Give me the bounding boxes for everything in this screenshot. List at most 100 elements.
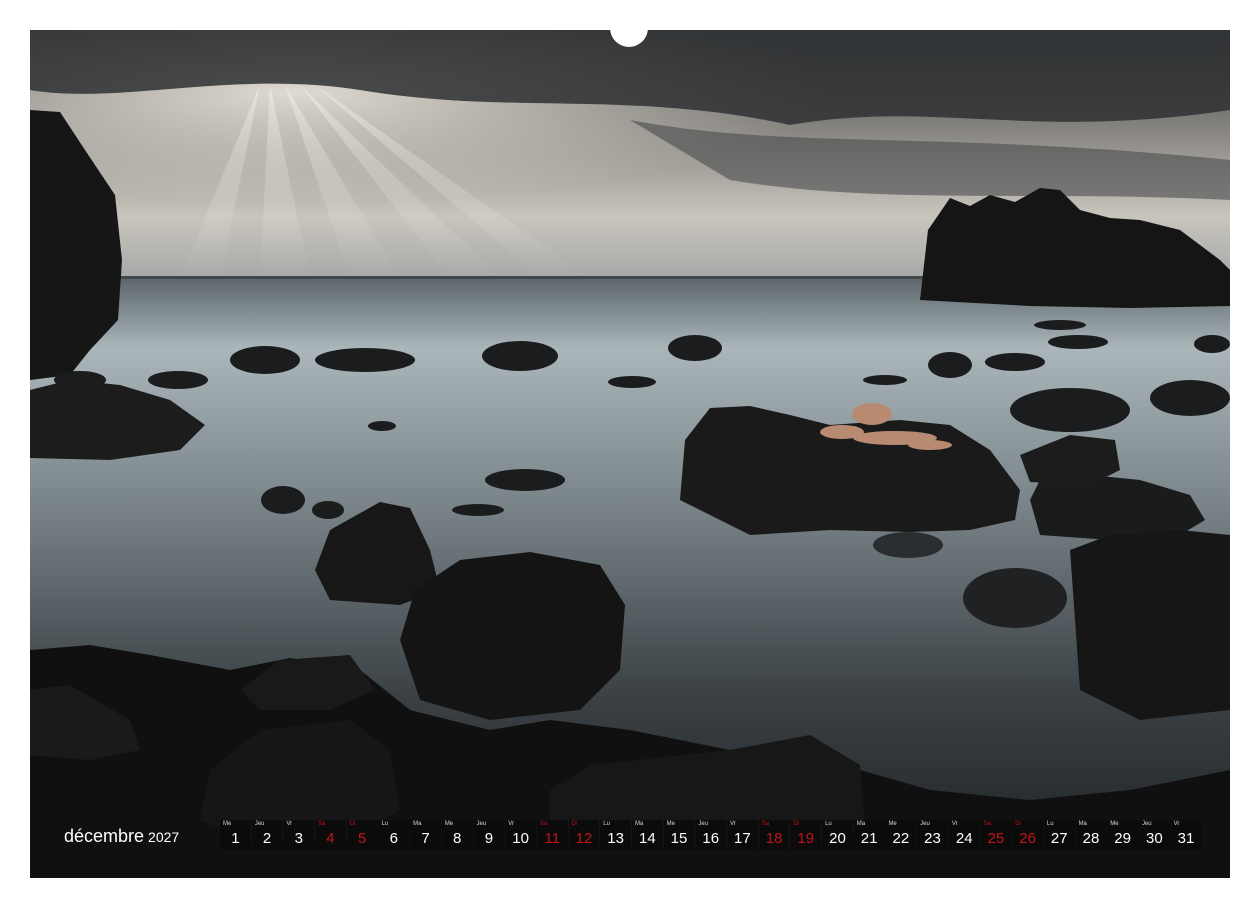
binding-hole	[495, 4, 502, 12]
binding-hole	[286, 4, 293, 12]
weekday-label: Me	[888, 821, 897, 827]
weekday-label: Vr	[730, 821, 736, 827]
weekday-label: Me	[444, 821, 454, 827]
binding-hole	[269, 4, 276, 12]
day-cell: Vr 3	[283, 820, 315, 850]
day-cell: Lu 6	[378, 820, 410, 850]
binding-hole	[408, 4, 415, 12]
binding-hole	[356, 4, 363, 12]
day-cell: Me 8	[441, 820, 473, 850]
binding-hole	[1086, 4, 1094, 12]
day-cell: Lu 13	[600, 820, 632, 850]
binding-hole	[686, 4, 693, 12]
binding-hole	[843, 4, 850, 12]
day-number: 4	[326, 830, 335, 847]
day-cell: Ma 7	[410, 820, 441, 850]
rock	[873, 532, 943, 558]
day-cell: Jeu 16	[695, 820, 727, 850]
day-number: 17	[734, 830, 751, 847]
binding-hole	[965, 4, 972, 12]
day-number: 2	[262, 830, 272, 847]
day-number: 12	[575, 830, 593, 847]
binding-hole	[999, 4, 1007, 12]
spiral-binding	[30, 0, 1230, 48]
day-number: 9	[484, 830, 494, 847]
weekday-label: Vr	[286, 821, 293, 827]
month-label: décembre	[64, 826, 145, 846]
binding-hole	[1139, 4, 1146, 12]
binding-hole	[530, 4, 537, 12]
day-cell: Jeu 30	[1138, 820, 1170, 850]
binding-hole	[95, 4, 102, 12]
day-number: 20	[829, 830, 846, 847]
weekday-label: Di	[571, 821, 578, 827]
binding-hole	[425, 4, 432, 12]
weekday-label: Jeu	[920, 821, 930, 827]
weekday-label: Lu	[381, 821, 389, 827]
binding-hole	[791, 4, 798, 12]
day-cell: Di 26	[1012, 820, 1043, 850]
binding-holes	[42, 4, 1230, 12]
day-number: 25	[987, 830, 1005, 847]
day-number: 5	[357, 830, 367, 847]
binding-hole	[42, 4, 50, 12]
binding-hole	[704, 4, 711, 12]
weekday-label: Ma	[634, 821, 644, 827]
weekday-label: Vr	[508, 821, 514, 827]
weekday-label: Di	[1015, 821, 1021, 827]
day-number: 24	[955, 830, 973, 847]
binding-hole	[182, 4, 189, 12]
binding-hole	[129, 4, 137, 12]
day-number: 27	[1050, 830, 1068, 847]
weekday-label: Sa	[983, 821, 991, 827]
weekday-label: Me	[1110, 821, 1119, 827]
binding-hole	[443, 4, 450, 12]
binding-hole	[738, 4, 746, 12]
binding-hole	[773, 4, 780, 12]
binding-hole	[547, 4, 554, 12]
day-number: 19	[797, 830, 815, 847]
day-number: 21	[860, 830, 878, 847]
day-cell: Jeu 2	[251, 820, 283, 850]
day-cell: Vr 24	[948, 820, 980, 850]
day-cell: Di 5	[346, 820, 378, 850]
binding-hole	[895, 4, 902, 12]
seascape-illustration	[30, 30, 1230, 878]
day-number: 31	[1177, 830, 1195, 847]
binding-hole	[756, 4, 763, 12]
weekday-label: Lu	[1046, 821, 1054, 827]
hanger-notch	[610, 28, 648, 47]
weekday-label: Ma	[1078, 821, 1087, 827]
day-cell: Sa 18	[758, 820, 790, 850]
binding-hole	[390, 4, 398, 12]
day-number: 30	[1145, 830, 1163, 847]
weekday-label: Ma	[413, 821, 422, 827]
day-cell: Me 22	[885, 820, 917, 850]
binding-hole	[669, 4, 676, 12]
day-number: 16	[702, 830, 720, 847]
weekday-label: Sa	[539, 821, 548, 827]
month-title: décembre 2027	[64, 826, 179, 847]
day-number: 6	[389, 830, 398, 847]
binding-hole	[1069, 4, 1076, 12]
weekday-label: Di	[349, 821, 356, 827]
binding-hole	[564, 4, 572, 12]
day-cell: Vr 17	[727, 820, 758, 850]
binding-hole	[147, 4, 154, 12]
day-cell: Vr 31	[1170, 820, 1202, 850]
binding-hole	[373, 4, 380, 12]
day-cell: Jeu 23	[917, 820, 948, 850]
binding-hole	[1226, 4, 1230, 12]
weekday-label: Me	[666, 821, 675, 827]
binding-hole	[1173, 4, 1181, 12]
binding-hole	[878, 4, 885, 12]
binding-hole	[234, 4, 241, 12]
binding-hole	[1034, 4, 1041, 12]
binding-hole	[1121, 4, 1129, 12]
calendar-bar: décembre 2027 Me 1 Jeu 2 Vr 3 Sa 4 Di 5 Lu 6 Ma 7 Me 8 Je…	[30, 820, 1230, 852]
binding-hole	[199, 4, 206, 12]
day-cell: Vr 10	[505, 820, 536, 850]
weekday-label: Me	[223, 821, 232, 827]
binding-hole	[721, 4, 728, 12]
weekday-label: Vr	[951, 821, 958, 827]
